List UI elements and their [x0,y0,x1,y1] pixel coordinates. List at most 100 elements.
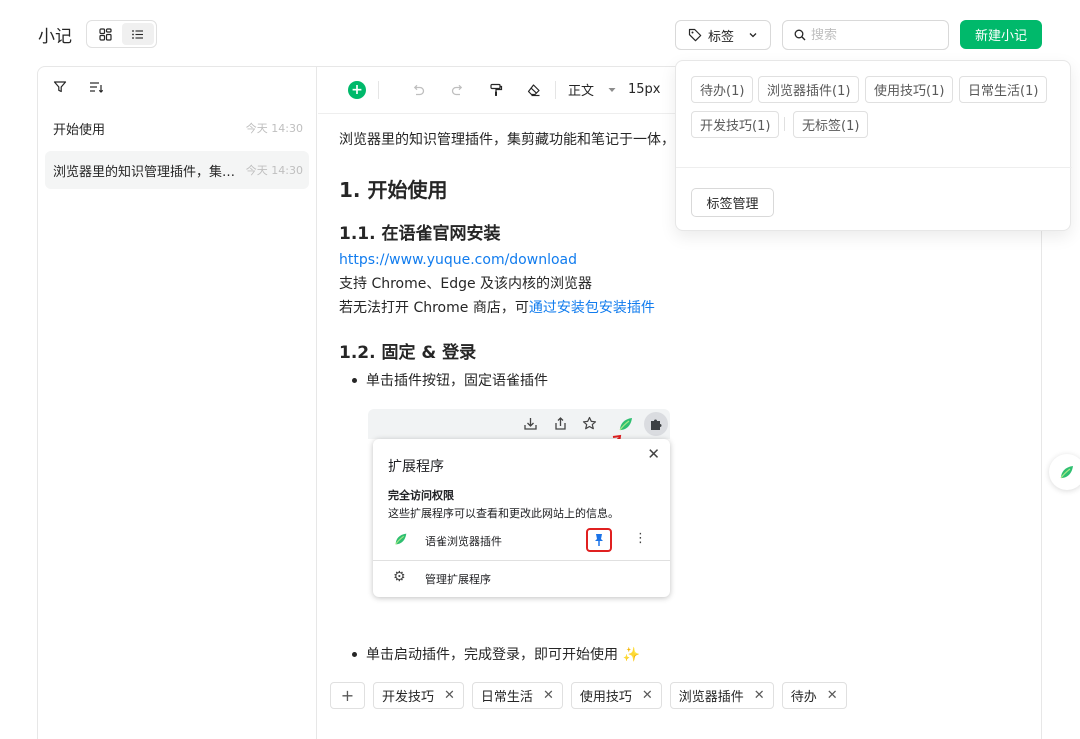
tag-option[interactable]: 开发技巧(1) [691,111,780,138]
sort-icon[interactable] [89,80,103,94]
pin-highlight [586,528,612,552]
list-item: 单击插件按钮，固定语雀插件 [352,370,548,390]
eraser-icon [527,83,540,96]
new-note-button[interactable]: 新建小记 [960,20,1042,49]
download-icon [524,418,537,430]
close-icon: ✕ [647,445,660,463]
list-view-button[interactable] [121,23,154,45]
search-input[interactable] [811,27,931,43]
gear-icon: ⚙ [393,569,406,585]
popup-title: 扩展程序 [388,459,444,475]
undo-icon [413,84,425,95]
extensions-popup-image: 扩展程序 ✕ 完全访问权限 这些扩展程序可以查看和更改此网站上的信息。 语雀浏览… [373,439,670,597]
add-tag-button[interactable]: + [330,682,365,709]
tag-chip-label: 开发技巧 [382,690,435,705]
tag-option[interactable]: 日常生活(1) [959,76,1048,103]
note-item[interactable]: 开始使用 今天 14:30 [45,109,309,147]
list-item-text: 单击插件按钮，固定语雀插件 [366,373,548,389]
search-box [782,20,949,50]
font-size-label: 15px [628,82,661,97]
note-title: 开始使用 [53,122,106,138]
store-text: 若无法打开 Chrome 商店，可 [339,300,529,316]
view-toggle [86,20,157,48]
dropdown-separator [784,117,785,131]
insert-button[interactable]: + [348,76,366,104]
tag-chip-label: 待办 [790,690,817,705]
list-view-icon [132,29,144,39]
manage-extensions-label: 管理扩展程序 [425,573,491,586]
paragraph-style-label: 正文 [568,84,595,99]
popup-divider [373,560,670,561]
yuque-leaf-icon [1060,466,1073,479]
tag-chip[interactable]: 待办 ✕ [781,682,847,709]
undo-button[interactable] [411,76,425,104]
tag-option[interactable]: 使用技巧(1) [865,76,954,103]
note-title: 浏览器里的知识管理插件，集剪藏功能和笔记于一体， [53,164,236,180]
yuque-extension-float-button[interactable] [1049,454,1080,490]
yuque-leaf-icon [619,418,632,431]
app-title: 小记 [38,27,72,47]
more-vertical-icon: ⋮ [634,531,647,546]
tag-chip-label: 浏览器插件 [678,690,744,705]
redo-button[interactable] [451,76,465,104]
tag-filter-label: 标签 [708,29,735,45]
format-painter-icon [490,83,503,96]
close-icon[interactable]: ✕ [444,688,455,703]
close-icon[interactable]: ✕ [543,688,554,703]
tag-option[interactable]: 待办(1) [691,76,754,103]
top-bar: 小记 标签 新建小记 [0,0,1080,66]
tag-chip[interactable]: 开发技巧 ✕ [373,682,464,709]
redo-icon [451,84,463,95]
store-link[interactable]: 通过安装包安装插件 [529,300,655,316]
star-icon [582,416,597,430]
dropdown-divider [676,167,1072,168]
tag-chip[interactable]: 浏览器插件 ✕ [669,682,774,709]
clear-format-button[interactable] [527,76,541,104]
pin-icon [595,534,603,546]
tag-chip[interactable]: 使用技巧 ✕ [570,682,662,709]
toolbar-divider [555,80,556,99]
share-icon [555,417,566,430]
close-icon[interactable]: ✕ [754,688,765,703]
grid-view-icon [99,27,112,41]
heading-install: 1.1. 在语雀官网安装 [339,224,501,244]
puzzle-icon [651,419,662,430]
list-item-text: 单击启动插件，完成登录，即可开始使用 ✨ [366,647,640,663]
install-link[interactable]: https://www.yuque.com/download [339,252,577,268]
heading-pin: 1.2. 固定 & 登录 [339,343,477,363]
paragraph-style-select[interactable]: 正文 [568,76,616,104]
manage-tags-button[interactable]: 标签管理 [691,188,774,217]
plus-icon: + [340,686,355,705]
card-view-button[interactable] [89,23,122,45]
bullet-dot [352,377,357,383]
support-paragraph: 支持 Chrome、Edge 及该内核的浏览器 [339,276,593,292]
embedded-screenshot: 扩展程序 ✕ 完全访问权限 这些扩展程序可以查看和更改此网站上的信息。 语雀浏览… [368,409,670,604]
access-description: 这些扩展程序可以查看和更改此网站上的信息。 [388,507,619,520]
caret-down-icon [608,87,616,92]
heading-1: 1. 开始使用 [339,178,448,202]
plus-icon: + [348,80,366,99]
bullet-dot [352,651,357,657]
toolbar-divider [378,80,379,99]
note-time: 今天 14:30 [245,122,303,135]
tag-chip[interactable]: 日常生活 ✕ [471,682,563,709]
search-icon [794,29,806,41]
tag-option[interactable]: 浏览器插件(1) [758,76,860,103]
tag-icon [688,28,702,42]
intro-paragraph: 浏览器里的知识管理插件，集剪藏功能和笔记于一体， [339,132,675,148]
note-item-selected[interactable]: 浏览器里的知识管理插件，集剪藏功能和笔记于一体， 今天 14:30 [45,151,309,189]
tag-filter-button[interactable]: 标签 [675,20,771,50]
chevron-down-icon [749,33,757,38]
filter-icon[interactable] [53,80,67,94]
format-painter-button[interactable] [489,76,503,104]
install-link-paragraph: https://www.yuque.com/download [339,248,577,272]
store-paragraph: 若无法打开 Chrome 商店，可通过安装包安装插件 [339,296,655,320]
close-icon[interactable]: ✕ [642,688,653,703]
access-title: 完全访问权限 [388,489,454,502]
close-icon[interactable]: ✕ [827,688,838,703]
sidebar-tools [53,80,103,94]
note-time: 今天 14:30 [245,164,303,177]
tag-filter-dropdown: 待办(1) 浏览器插件(1) 使用技巧(1) 日常生活(1) 开发技巧(1) 无… [675,60,1072,231]
untagged-option[interactable]: 无标签(1) [793,111,869,138]
extension-name: 语雀浏览器插件 [425,535,502,548]
